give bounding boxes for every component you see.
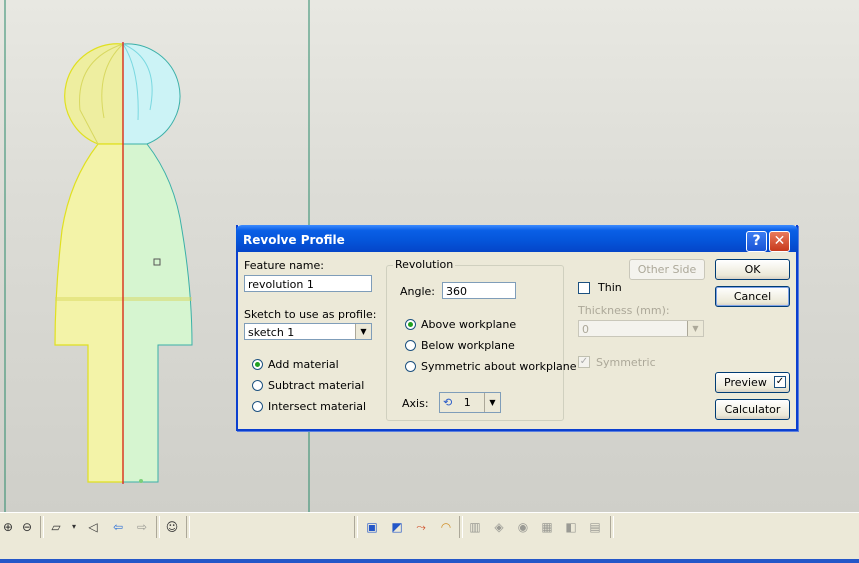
- axis-select[interactable]: ⟲ 1 ▼: [439, 392, 501, 413]
- chamfer-icon[interactable]: ◉: [515, 519, 531, 535]
- draft-icon[interactable]: ◧: [563, 519, 579, 535]
- workplane-icon[interactable]: ⏥: [48, 519, 64, 535]
- revolve-icon[interactable]: ◩: [389, 519, 405, 535]
- toolbar-separator: [40, 516, 44, 538]
- feature-name-label: Feature name:: [244, 259, 324, 272]
- view-angle-icon[interactable]: ◁: [85, 519, 101, 535]
- ok-button[interactable]: OK: [715, 259, 790, 280]
- below-workplane-radio[interactable]: [405, 340, 416, 351]
- help-button[interactable]: ?: [746, 231, 767, 252]
- axis-label: Axis:: [402, 397, 429, 410]
- thin-label: Thin: [598, 281, 622, 294]
- toolbar-separator: [354, 516, 358, 538]
- toolbar-separator: [156, 516, 160, 538]
- above-workplane-label: Above workplane: [421, 318, 517, 331]
- sketch-select-value: sketch 1: [248, 326, 295, 339]
- thickness-select[interactable]: 0 ▼: [578, 320, 704, 337]
- extrude-icon[interactable]: ▣: [364, 519, 380, 535]
- sketch-node: [139, 479, 143, 483]
- forward-arrow-icon[interactable]: ⇨: [134, 519, 150, 535]
- chevron-down-icon[interactable]: ▼: [687, 321, 703, 336]
- above-workplane-radio[interactable]: [405, 319, 416, 330]
- sweep-icon[interactable]: ⤳: [413, 519, 429, 535]
- preview-label: Preview: [724, 376, 767, 389]
- symmetric-workplane-radio[interactable]: [405, 361, 416, 372]
- angle-label: Angle:: [400, 285, 436, 298]
- shell-icon[interactable]: ▥: [467, 519, 483, 535]
- intersect-material-label: Intersect material: [268, 400, 367, 413]
- toolbar-separator: [186, 516, 190, 538]
- below-workplane-label: Below workplane: [421, 339, 515, 352]
- dialog-titlebar[interactable]: Revolve Profile ? ✕: [236, 225, 798, 252]
- symmetric-label: Symmetric: [596, 356, 656, 369]
- thread-icon[interactable]: ▤: [587, 519, 603, 535]
- close-button[interactable]: ✕: [769, 231, 790, 252]
- loft-icon[interactable]: ◠: [438, 519, 454, 535]
- zoom-out-icon[interactable]: ⊖: [19, 519, 35, 535]
- chevron-down-icon[interactable]: ▼: [355, 324, 371, 339]
- smiley-icon[interactable]: ☺: [164, 519, 180, 535]
- preview-button[interactable]: Preview ✓: [715, 372, 790, 393]
- revolved-body: [122, 43, 193, 483]
- chevron-down-icon[interactable]: ▾: [66, 519, 82, 535]
- taskbar-strip: [0, 540, 859, 563]
- preview-checkbox[interactable]: ✓: [774, 376, 786, 388]
- toolbar-separator: [459, 516, 463, 538]
- toolbar-separator: [610, 516, 614, 538]
- hole-icon[interactable]: ▦: [539, 519, 555, 535]
- feature-name-input[interactable]: revolution 1: [244, 275, 372, 292]
- axis-select-value: 1: [463, 396, 471, 409]
- subtract-material-label: Subtract material: [268, 379, 365, 392]
- zoom-in-icon[interactable]: ⊕: [0, 519, 16, 535]
- fillet-icon[interactable]: ◈: [491, 519, 507, 535]
- help-icon: ?: [752, 233, 761, 249]
- axis-icon: ⟲: [443, 396, 453, 409]
- thin-checkbox[interactable]: [578, 282, 590, 294]
- thickness-value: 0: [582, 323, 589, 336]
- revolution-group-title: Revolution: [393, 258, 456, 271]
- close-icon: ✕: [773, 233, 786, 249]
- revolve-profile-dialog: Revolve Profile ? ✕ Feature name: revolu…: [236, 225, 798, 431]
- symmetric-workplane-label: Symmetric about workplane: [421, 360, 577, 373]
- cancel-button[interactable]: Cancel: [715, 286, 790, 307]
- add-material-radio[interactable]: [252, 359, 263, 370]
- back-arrow-icon[interactable]: ⇦: [110, 519, 126, 535]
- angle-input[interactable]: 360: [442, 282, 516, 299]
- thickness-label: Thickness (mm):: [578, 304, 670, 317]
- calculator-button[interactable]: Calculator: [715, 399, 790, 420]
- dialog-title: Revolve Profile: [243, 233, 345, 247]
- intersect-material-radio[interactable]: [252, 401, 263, 412]
- subtract-material-radio[interactable]: [252, 380, 263, 391]
- symmetric-checkbox[interactable]: ✓: [578, 356, 590, 368]
- sketch-profile-label: Sketch to use as profile:: [244, 308, 377, 321]
- chevron-down-icon[interactable]: ▼: [484, 393, 500, 412]
- other-side-button[interactable]: Other Side: [629, 259, 705, 280]
- taskbar-edge: [0, 559, 859, 563]
- sketch-select[interactable]: sketch 1 ▼: [244, 323, 372, 340]
- add-material-label: Add material: [268, 358, 339, 371]
- bottom-toolbar: ⊕ ⊖ ⏥ ▾ ◁ ⇦ ⇨ ☺ ▣ ◩ ⤳ ◠ ▥ ◈ ◉ ▦ ◧ ▤: [0, 512, 859, 541]
- sketch-profile: [54, 43, 124, 483]
